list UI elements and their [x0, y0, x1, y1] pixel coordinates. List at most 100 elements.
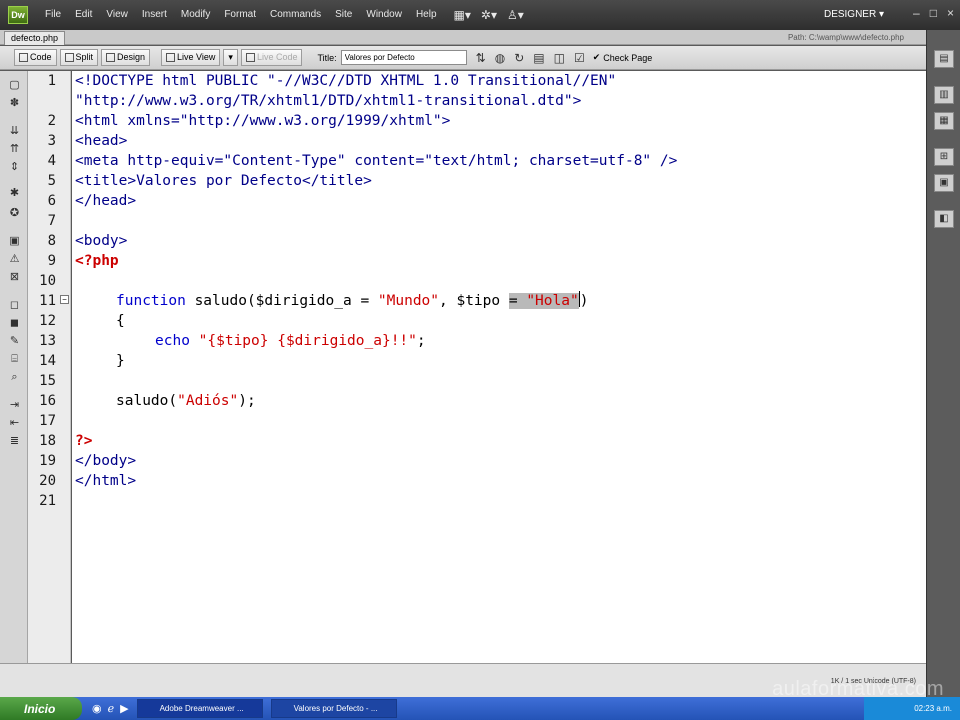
layout-icon[interactable]: ▦▾ — [454, 8, 471, 22]
start-button[interactable]: Inicio — [0, 697, 82, 720]
code-line: </body> — [75, 453, 137, 469]
view-options-icon[interactable]: ▤ — [533, 51, 544, 65]
user-icon[interactable]: ♙▾ — [507, 8, 524, 22]
firefox-icon[interactable]: ◉ — [92, 702, 102, 715]
code-icon — [19, 53, 28, 62]
code-editor[interactable]: <!DOCTYPE html PUBLIC "-//W3C//DTD XHTML… — [72, 71, 926, 663]
design-icon — [106, 53, 116, 62]
move-css-icon[interactable]: ⌕ — [8, 371, 21, 383]
live-code-icon — [245, 53, 255, 62]
code-fold-toggle[interactable]: − — [60, 295, 69, 304]
code-line: </head> — [75, 193, 137, 209]
media-icon[interactable]: ▶ — [120, 702, 128, 715]
taskbar-item-dreamweaver[interactable]: Adobe Dreamweaver ... — [136, 699, 263, 718]
balance-braces-icon[interactable]: ✪ — [8, 207, 21, 219]
check-page-button[interactable]: ✔ Check Page — [593, 52, 653, 63]
expand-all-icon[interactable]: ⇕ — [8, 161, 21, 173]
ap-elements-icon[interactable]: ▦ — [934, 112, 954, 130]
line-number: 6 — [47, 193, 56, 209]
taskbar-item-browser[interactable]: Valores por Defecto - ... — [270, 699, 397, 718]
workspace-switcher[interactable]: DESIGNER ▾ — [818, 6, 890, 24]
recent-snippets-icon[interactable]: ⌸ — [8, 353, 21, 365]
visual-aids-icon[interactable]: ◫ — [554, 51, 565, 65]
ie-icon[interactable]: ℯ — [108, 702, 115, 715]
live-view-button[interactable]: Live View — [161, 49, 221, 66]
line-number: 5 — [47, 173, 56, 189]
menu-site[interactable]: Site — [328, 0, 359, 30]
gear-icon[interactable]: ✲▾ — [481, 8, 497, 22]
menu-commands[interactable]: Commands — [263, 0, 328, 30]
line-number: 1 — [47, 73, 56, 89]
collapse-tag-icon[interactable]: ⇊ — [8, 125, 21, 137]
code-line: <body> — [75, 233, 128, 249]
line-number: 18 — [39, 433, 56, 449]
collapse-selection-icon[interactable]: ⇈ — [8, 143, 21, 155]
live-view-dropdown[interactable]: ▾ — [223, 49, 238, 66]
indent-code-icon[interactable]: ⇥ — [8, 399, 21, 411]
live-code-button[interactable]: Live Code — [240, 49, 303, 66]
code-token: ; — [416, 333, 426, 349]
code-line: </html> — [75, 473, 137, 489]
menu-window[interactable]: Window — [359, 0, 409, 30]
quick-launch: ◉ ℯ ▶ — [92, 702, 129, 715]
outdent-code-icon[interactable]: ⇤ — [8, 417, 21, 429]
coding-toolbar: ▢ ✽ ⇊ ⇈ ⇕ ✱ ✪ ▣ ⚠ ⊠ ◻ ◼ ✎ ⌸ ⌕ ⇥ ⇤ ≣ — [0, 71, 28, 663]
close-icon[interactable]: × — [947, 6, 954, 20]
remove-comment-icon[interactable]: ◼ — [8, 317, 21, 329]
validate-icon[interactable]: ☑ — [574, 51, 585, 65]
string-literal: "Mundo" — [377, 293, 440, 309]
window-controls: – □ × — [913, 6, 954, 20]
menu-file[interactable]: File — [38, 0, 68, 30]
check-icon: ✔ — [592, 52, 601, 62]
line-numbers-icon[interactable]: ▣ — [8, 235, 21, 247]
line-number: 10 — [39, 273, 56, 289]
show-code-navigator-icon[interactable]: ✽ — [8, 97, 21, 109]
menu-insert[interactable]: Insert — [135, 0, 174, 30]
snippets-icon[interactable]: ◧ — [934, 210, 954, 228]
open-documents-icon[interactable]: ▢ — [8, 79, 21, 91]
files-icon[interactable]: ⊞ — [934, 148, 954, 166]
line-number: 4 — [47, 153, 56, 169]
apply-comment-icon[interactable]: ◻ — [8, 299, 21, 311]
select-parent-tag-icon[interactable]: ✱ — [8, 187, 21, 199]
file-management-icon[interactable]: ⇅ — [476, 51, 486, 65]
string-literal: "{$tipo} {$dirigido_a}!!" — [189, 333, 417, 349]
menu-bar: Dw File Edit View Insert Modify Format C… — [0, 0, 960, 30]
assets-icon[interactable]: ▣ — [934, 174, 954, 192]
menu-format[interactable]: Format — [217, 0, 263, 30]
page-title-input[interactable] — [340, 50, 467, 65]
preview-browser-icon[interactable]: ◍ — [495, 51, 505, 65]
main-menu: File Edit View Insert Modify Format Comm… — [38, 0, 444, 30]
menu-edit[interactable]: Edit — [68, 0, 99, 30]
line-number: 9 — [47, 253, 56, 269]
syntax-error-icon[interactable]: ⊠ — [8, 271, 21, 283]
line-number: 8 — [47, 233, 56, 249]
menu-view[interactable]: View — [99, 0, 135, 30]
document-tab[interactable]: defecto.php — [4, 31, 66, 45]
code-token: ); — [238, 393, 256, 409]
line-number: 20 — [39, 473, 56, 489]
css-styles-icon[interactable]: ▥ — [934, 86, 954, 104]
menu-help[interactable]: Help — [409, 0, 444, 30]
refresh-icon[interactable]: ↻ — [514, 51, 524, 65]
insert-panel-icon[interactable]: ▤ — [934, 50, 954, 68]
maximize-icon[interactable]: □ — [930, 6, 937, 20]
dreamweaver-logo: Dw — [8, 6, 28, 24]
code-line: "http://www.w3.org/TR/xhtml1/DTD/xhtml1-… — [75, 93, 582, 109]
highlight-invalid-icon[interactable]: ⚠ — [8, 253, 21, 265]
live-view-icon — [166, 53, 176, 62]
code-view-button[interactable]: Code — [14, 49, 57, 66]
line-number-gutter: 1 2 3 4 5 6 7 8 9 10 11 12 13 14 15 16 1… — [28, 71, 71, 663]
line-number: 19 — [39, 453, 56, 469]
format-source-icon[interactable]: ≣ — [8, 435, 21, 447]
menu-modify[interactable]: Modify — [174, 0, 217, 30]
keyword-echo: echo — [155, 333, 190, 349]
split-view-button[interactable]: Split — [59, 49, 99, 66]
code-token: saludo($dirigido_a = — [185, 293, 378, 309]
line-number: 16 — [39, 393, 56, 409]
code-line: saludo("Adiós"); — [116, 391, 256, 411]
design-view-button[interactable]: Design — [101, 49, 151, 66]
wrap-tag-icon[interactable]: ✎ — [8, 335, 21, 347]
line-number: 3 — [47, 133, 56, 149]
minimize-icon[interactable]: – — [913, 6, 920, 20]
